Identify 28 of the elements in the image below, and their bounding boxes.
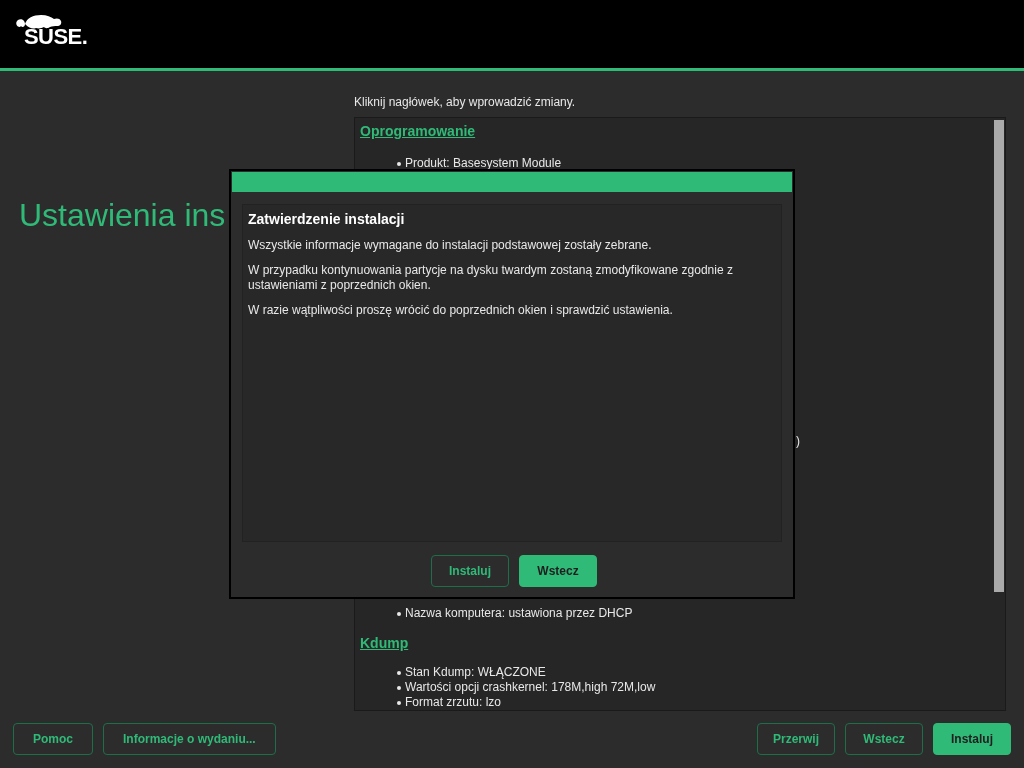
button[interactable]: Informacje o wydaniu... bbox=[103, 723, 276, 755]
bullet-icon bbox=[397, 700, 401, 705]
bullet-icon bbox=[397, 670, 401, 675]
button[interactable]: Przerwij bbox=[757, 723, 835, 755]
summary-item: Wartości opcji crashkernel: 178M,high 72M,low bbox=[405, 680, 656, 695]
button[interactable]: Wstecz bbox=[519, 555, 597, 587]
dialog-paragraph: W razie wątpliwości proszę wrócić do poprzednich okien i sprawdzić ustawienia. bbox=[248, 303, 674, 318]
bullet-icon bbox=[397, 685, 401, 690]
hint-text: Kliknij nagłówek, aby wprowadzić zmiany. bbox=[354, 95, 577, 109]
summary-item: Stan Kdump: WŁĄCZONE bbox=[405, 665, 546, 680]
scrollbar[interactable] bbox=[994, 120, 1004, 592]
button[interactable]: Pomoc bbox=[13, 723, 93, 755]
button[interactable]: Wstecz bbox=[845, 723, 923, 755]
dialog-heading: Zatwierdzenie instalacji bbox=[248, 210, 406, 228]
summary-item: Nazwa komputera: ustawiona przez DHCP bbox=[405, 606, 633, 621]
bullet-icon bbox=[397, 611, 401, 616]
logo-text: SUSE. bbox=[24, 25, 88, 49]
dialog-paragraph: Wszystkie informacje wymagane do instalacji podstawowej zostały zebrane. bbox=[248, 238, 653, 253]
button[interactable]: Instaluj bbox=[933, 723, 1011, 755]
text-fragment: ) bbox=[796, 434, 800, 448]
section-link[interactable]: Kdump bbox=[360, 634, 409, 652]
page-title: Ustawienia ins bbox=[19, 197, 226, 233]
dialog-paragraph: W przypadku kontynuowania partycje na dysku twardym zostaną zmodyfikowane zgodnie z ustawieniami z poprzednich okien. bbox=[248, 263, 734, 293]
section-link[interactable]: Oprogramowanie bbox=[360, 122, 476, 140]
summary-item: Format zrzutu: lzo bbox=[405, 695, 502, 710]
button[interactable]: Instaluj bbox=[431, 555, 509, 587]
bullet-icon bbox=[397, 161, 401, 166]
summary-item: Produkt: Basesystem Module bbox=[405, 156, 562, 171]
